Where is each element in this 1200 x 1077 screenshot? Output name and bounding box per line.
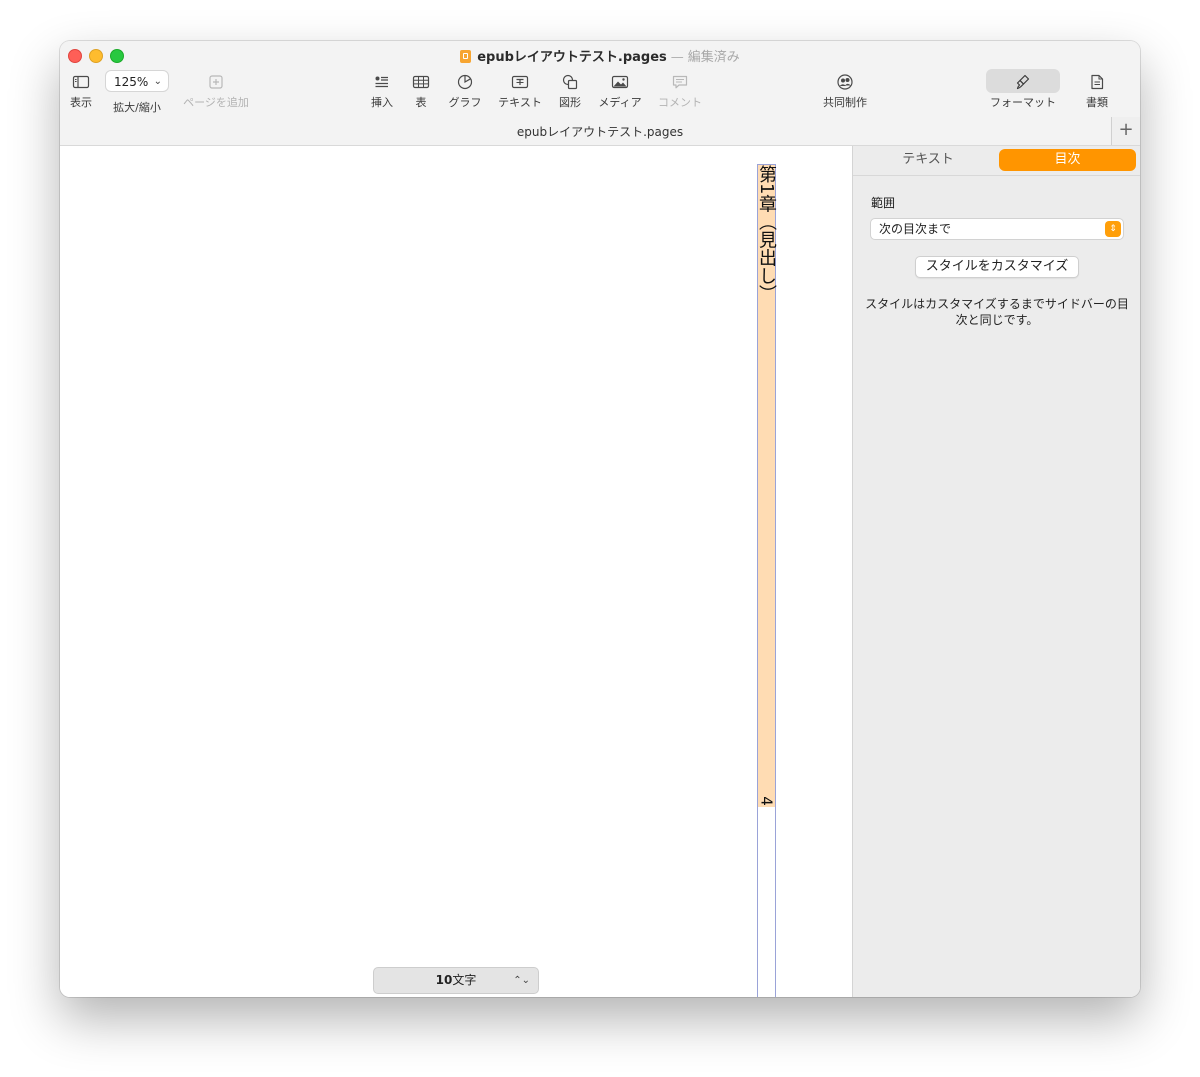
comment-button[interactable]: コメント — [656, 71, 704, 110]
table-label: 表 — [415, 96, 427, 109]
zoom-label-wrap: 拡大/縮小 — [112, 98, 162, 115]
range-select[interactable]: 次の目次まで ⇕ — [870, 218, 1124, 240]
updown-chevron-icon: ⇕ — [1105, 221, 1121, 237]
collaborate-label: 共同制作 — [823, 96, 867, 109]
style-note: スタイルはカスタマイズするまでサイドバーの目次と同じです。 — [865, 297, 1129, 327]
media-label: メディア — [598, 96, 642, 109]
sidebar-icon — [68, 71, 94, 93]
customize-style-button[interactable]: スタイルをカスタマイズ — [915, 256, 1079, 278]
window-title: epubレイアウトテスト.pages — 編集済み — [60, 46, 1140, 65]
pie-chart-icon — [446, 71, 484, 93]
word-count-control[interactable]: 10文字 ⌃⌄ — [373, 967, 539, 994]
plus-square-icon — [182, 71, 250, 93]
new-tab-button[interactable]: + — [1111, 117, 1140, 145]
format-sidebar: テキスト 目次 範囲 次の目次まで ⇕ スタイルをカスタマイズ スタイルはカスタ… — [852, 146, 1140, 997]
stepper-arrows-icon: ⌃⌄ — [513, 975, 530, 986]
people-icon — [820, 71, 870, 93]
chart-label: グラフ — [448, 96, 482, 109]
text-box-button[interactable]: テキスト — [496, 71, 544, 110]
tab-text[interactable]: テキスト — [859, 149, 997, 171]
text-box-icon — [496, 71, 544, 93]
tab-toc[interactable]: 目次 — [999, 149, 1136, 171]
pages-window: epubレイアウトテスト.pages — 編集済み 表示 125% ⌄ 拡大/縮小 … — [60, 41, 1140, 997]
pages-document-icon — [460, 50, 472, 63]
chapter-heading[interactable]: 第1章（見出し） — [756, 165, 777, 302]
edit-status: 編集済み — [687, 50, 740, 65]
document-button[interactable]: 書類 — [1082, 71, 1112, 110]
shape-button[interactable]: 図形 — [556, 71, 584, 110]
page-number[interactable]: 4 — [758, 793, 776, 810]
format-label: フォーマット — [990, 96, 1056, 109]
zoom-label: 拡大/縮小 — [113, 101, 161, 114]
range-label: 範囲 — [871, 196, 896, 210]
comment-icon — [656, 71, 704, 93]
add-page-button[interactable]: ページを追加 — [182, 71, 250, 110]
table-icon — [410, 71, 432, 93]
shape-label: 図形 — [559, 96, 581, 109]
media-button[interactable]: メディア — [596, 71, 644, 110]
document-label: 書類 — [1086, 96, 1108, 109]
collaborate-button[interactable]: 共同制作 — [820, 71, 870, 110]
document-icon — [1082, 71, 1112, 93]
chevron-down-icon: ⌄ — [153, 76, 162, 87]
insert-label: 挿入 — [371, 96, 393, 109]
word-count-value: 10 — [435, 973, 453, 987]
title-separator: — — [670, 50, 684, 65]
toolbar: epubレイアウトテスト.pages — 編集済み 表示 125% ⌄ 拡大/縮小 … — [60, 41, 1140, 146]
text-label: テキスト — [498, 96, 542, 109]
add-page-label: ページを追加 — [183, 96, 249, 109]
insert-button[interactable]: 挿入 — [368, 71, 396, 110]
comment-label: コメント — [658, 96, 702, 109]
chart-button[interactable]: グラフ — [446, 71, 484, 110]
range-value: 次の目次まで — [879, 222, 952, 236]
view-button[interactable]: 表示 — [68, 71, 94, 110]
word-count-unit: 文字 — [452, 973, 477, 987]
table-button[interactable]: 表 — [410, 71, 432, 110]
zoom-value: 125% — [114, 75, 149, 89]
shapes-icon — [556, 71, 584, 93]
sidebar-divider — [853, 175, 1140, 176]
format-button[interactable]: フォーマット — [986, 71, 1060, 110]
photo-icon — [596, 71, 644, 93]
view-label: 表示 — [70, 96, 92, 109]
document-canvas[interactable]: 第1章（見出し） 4 10文字 ⌃⌄ — [60, 146, 852, 997]
document-name[interactable]: epubレイアウトテスト.pages — [477, 50, 667, 65]
paragraph-list-icon — [368, 71, 396, 93]
document-tab-title[interactable]: epubレイアウトテスト.pages — [60, 123, 1140, 140]
paintbrush-icon — [986, 71, 1060, 93]
zoom-select[interactable]: 125% ⌄ — [105, 70, 169, 92]
